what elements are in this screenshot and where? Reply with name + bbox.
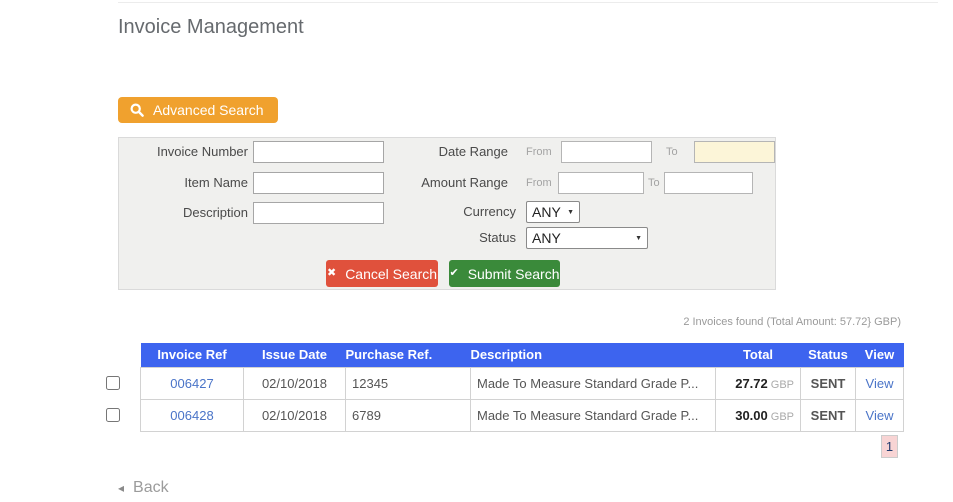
total-cell: 27.72 GBP [715,366,801,400]
submit-search-label: Submit Search [467,265,560,282]
advanced-search-button[interactable]: Advanced Search [118,97,278,123]
item-name-label: Item Name [184,175,248,190]
col-total: Total [715,343,801,367]
description-cell: Made To Measure Standard Grade P... [470,398,716,432]
col-issue-date: Issue Date [243,343,346,367]
description-cell: Made To Measure Standard Grade P... [470,366,716,400]
search-icon [130,103,144,117]
invoice-ref-link[interactable]: 006427 [170,376,213,391]
status-badge: SENT [800,398,856,432]
purchase-ref-cell: 6789 [345,398,471,432]
amount-from-label: From [526,177,552,189]
back-link[interactable]: ◂ Back [118,479,169,497]
chevron-down-icon: ▼ [635,234,642,242]
row-select-checkbox[interactable] [106,376,120,390]
row-select-checkbox[interactable] [106,408,120,422]
view-link[interactable]: View [866,376,894,391]
date-from-input[interactable] [561,141,652,163]
table-header-row: Invoice Ref Issue Date Purchase Ref. Des… [140,343,904,367]
status-select-value: ANY [532,230,561,246]
invoice-number-label: Invoice Number [156,144,248,159]
description-label: Description [182,205,248,220]
view-link[interactable]: View [866,408,894,423]
chevron-down-icon: ▼ [567,208,574,216]
status-select[interactable]: ANY ▼ [526,227,648,249]
back-arrow-icon: ◂ [118,481,125,495]
page-title: Invoice Management [118,16,304,38]
submit-search-button[interactable]: ✔ Submit Search [449,260,560,287]
total-cell: 30.00 GBP [715,398,801,432]
status-label: Status [479,230,516,245]
date-to-input[interactable] [694,141,775,163]
cancel-icon: ✖ [326,267,337,279]
total-currency: GBP [770,410,794,423]
amount-to-label: To [648,177,660,189]
date-from-label: From [526,146,552,158]
results-summary: 2 Invoices found (Total Amount: 57.72} G… [683,316,901,328]
cancel-search-label: Cancel Search [345,265,438,282]
amount-to-input[interactable] [664,172,753,194]
status-badge: SENT [800,366,856,400]
currency-select[interactable]: ANY ▼ [526,201,580,223]
total-currency: GBP [770,378,794,391]
top-divider [118,2,938,3]
total-amount: 27.72 [735,375,768,391]
issue-date-cell: 02/10/2018 [243,366,346,400]
col-view: View [855,343,904,367]
table-row: 006427 02/10/2018 12345 Made To Measure … [140,366,904,400]
check-icon: ✔ [449,267,459,279]
purchase-ref-cell: 12345 [345,366,471,400]
description-input[interactable] [253,202,384,224]
amount-from-input[interactable] [558,172,644,194]
cancel-search-button[interactable]: ✖ Cancel Search [326,260,438,287]
col-purchase-ref: Purchase Ref. [345,343,471,367]
currency-select-value: ANY [532,204,561,220]
back-label: Back [133,479,169,496]
invoice-number-input[interactable] [253,141,384,163]
date-to-label: To [666,146,678,158]
invoice-ref-link[interactable]: 006428 [170,408,213,423]
advanced-search-panel: Invoice Number Item Name Description Dat… [118,137,776,290]
issue-date-cell: 02/10/2018 [243,398,346,432]
amount-range-label: Amount Range [421,175,508,190]
pagination-page-1[interactable]: 1 [881,435,898,458]
currency-label: Currency [463,204,516,219]
table-row: 006428 02/10/2018 6789 Made To Measure S… [140,398,904,432]
col-status: Status [800,343,856,367]
item-name-input[interactable] [253,172,384,194]
date-range-label: Date Range [438,144,508,159]
total-amount: 30.00 [735,407,768,423]
invoice-table: Invoice Ref Issue Date Purchase Ref. Des… [140,343,904,432]
col-description: Description [470,343,716,367]
advanced-search-label: Advanced Search [153,102,264,118]
col-invoice-ref: Invoice Ref [140,343,244,367]
